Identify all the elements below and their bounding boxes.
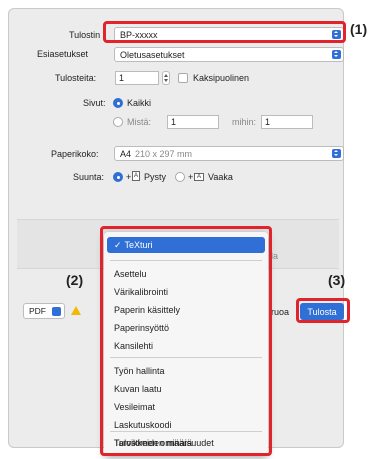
hidden-partial-text: la [271,251,279,261]
pages-to-input[interactable]: 1 [261,115,313,129]
orientation-landscape-radio[interactable] [175,172,185,182]
portrait-icon: A [132,171,140,181]
copies-input[interactable]: 1 [115,71,159,85]
orientation-label: Suunta: [73,172,105,182]
popup-arrows-icon [332,149,341,158]
callout-box-3 [296,298,350,323]
paper-size-dimensions: 210 x 297 mm [135,148,193,159]
callout-label-2: (2) [66,272,84,288]
printer-label: Tulostin [69,30,101,40]
menu-separator [110,431,262,432]
orientation-portrait-arrow: + [126,172,132,182]
pages-range-radio[interactable] [113,117,123,127]
callout-box-2 [100,226,272,456]
landscape-icon: A [194,173,204,181]
menu-item-supplies[interactable]: Tarvikkeiden määrä [114,438,192,448]
copies-label: Tulosteita: [55,73,97,83]
pages-all-label: Kaikki [127,98,152,108]
pages-to-label: mihin: [232,117,257,127]
pages-all-radio[interactable] [113,98,123,108]
pdf-label: PDF [29,306,46,316]
presets-select[interactable]: Oletusasetukset [114,47,344,62]
cancel-partial-label[interactable]: ruoa [271,307,289,317]
orientation-portrait-radio[interactable] [113,172,123,182]
paper-size-label: Paperikoko: [51,149,99,159]
pdf-button[interactable]: PDF [23,303,65,319]
warning-icon [71,306,81,315]
duplex-checkbox[interactable] [178,73,188,83]
callout-label-1: (1) [350,21,368,37]
popup-arrows-icon [332,50,341,59]
orientation-portrait-label: Pysty [144,172,167,182]
paper-size-select[interactable]: A4 210 x 297 mm [114,146,344,161]
callout-label-3: (3) [328,272,346,288]
orientation-landscape-arrow: + [188,172,194,182]
paper-size-value: A4 [120,148,132,159]
presets-label: Esiasetukset [37,49,89,59]
pages-label: Sivut: [83,98,106,108]
duplex-label: Kaksipuolinen [193,73,250,83]
callout-box-1 [103,21,346,43]
orientation-landscape-label: Vaaka [208,172,233,182]
pages-from-input[interactable]: 1 [167,115,219,129]
presets-value: Oletusasetukset [120,49,185,60]
pdf-menu-icon [52,307,61,316]
pages-from-label: Mistä: [127,117,152,127]
copies-stepper[interactable] [162,71,170,85]
